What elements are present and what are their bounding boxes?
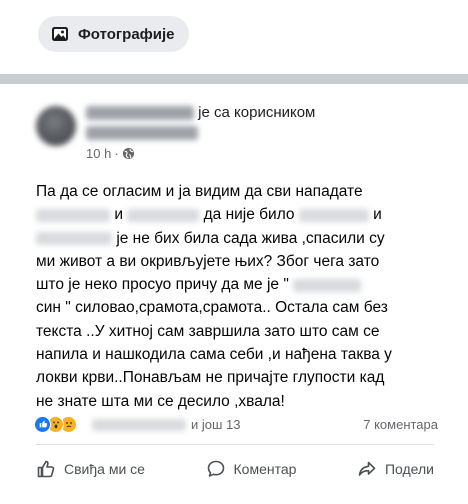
- thumbs-up-icon: [37, 460, 55, 478]
- redacted-name: [127, 208, 200, 222]
- meta-dot: ·: [114, 146, 119, 161]
- post-text-line: је не бих била сада жива ,спасили су: [36, 227, 436, 250]
- post-time[interactable]: 10 h: [86, 146, 111, 161]
- tagged-user-line: [86, 124, 198, 141]
- comment-label: Коментар: [233, 461, 297, 477]
- post-text-line: Па да се огласим и ја видим да сви напад…: [36, 183, 363, 200]
- post-text-line: што је неко просуо причу да ме је ": [36, 273, 436, 296]
- photos-label: Фотографије: [78, 25, 175, 43]
- like-button[interactable]: Свиђа ми се: [30, 452, 151, 486]
- post-text-line: ми живот а ви окривљујете њих? Због чега…: [36, 252, 380, 270]
- redacted-name: [36, 208, 110, 222]
- like-icon: [34, 415, 51, 433]
- like-label: Свиђа ми се: [64, 461, 145, 477]
- post-header-line: је са корисником: [86, 104, 315, 121]
- redacted-name: [36, 232, 112, 245]
- share-button[interactable]: Подели: [351, 452, 440, 486]
- reaction-summary[interactable]: и још 13: [92, 417, 241, 432]
- top-bar: Фотографије: [0, 0, 468, 74]
- comment-icon: [207, 460, 224, 477]
- avatar[interactable]: [36, 106, 76, 146]
- globe-icon: [122, 147, 135, 160]
- actions-divider: [36, 444, 434, 445]
- post-text-line: напила и нашкодила сама себи ,и нађена т…: [36, 346, 392, 364]
- post-text-line: и да није било и: [36, 203, 436, 226]
- author-name-blurred[interactable]: [86, 106, 194, 121]
- reaction-icons[interactable]: [34, 414, 77, 434]
- feed-separator: [0, 74, 468, 84]
- reactor-name-blurred: [92, 418, 186, 431]
- redacted-name: [293, 278, 362, 292]
- post-body: Па да се огласим и ја видим да сви напад…: [36, 180, 436, 413]
- post-text-line: син " силовао,срамота,срамота.. Остала с…: [36, 299, 388, 317]
- reaction-others: и још 13: [191, 417, 241, 432]
- photos-button[interactable]: Фотографије: [38, 16, 189, 52]
- with-text: је са корисником: [198, 104, 316, 121]
- post-text-line: текста ..У хитној сам завршила зато што …: [36, 322, 380, 340]
- post-meta: 10 h ·: [86, 146, 135, 161]
- comment-button[interactable]: Коментар: [200, 452, 303, 486]
- post-text-line: не знате шта ми се десило ,хвала!: [36, 392, 285, 410]
- share-icon: [358, 461, 376, 476]
- tagged-name-blurred[interactable]: [86, 126, 198, 141]
- share-label: Подели: [384, 461, 434, 477]
- post-text-line: локви крви..Понављам не причајте глупост…: [36, 369, 385, 387]
- photo-icon: [50, 24, 70, 44]
- comments-count[interactable]: 7 коментара: [363, 417, 438, 432]
- redacted-name: [298, 208, 369, 222]
- post-actions: Свиђа ми се Коментар Подели: [30, 452, 440, 486]
